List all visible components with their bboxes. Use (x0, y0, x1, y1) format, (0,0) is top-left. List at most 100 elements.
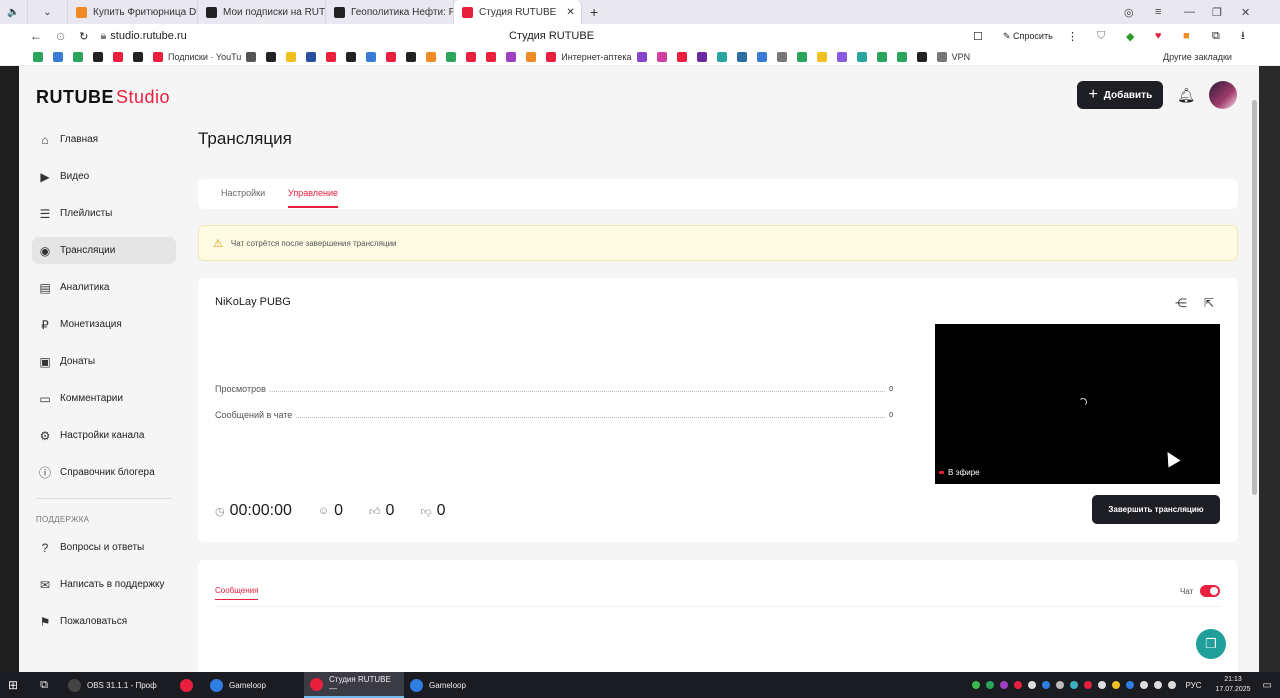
sidebar-item-faq[interactable]: ? Вопросы и ответы (32, 534, 176, 561)
minimize-icon[interactable]: — (1184, 0, 1195, 24)
bookmark-icon[interactable] (326, 51, 337, 62)
other-bookmarks[interactable]: Другие закладки (1163, 52, 1232, 62)
window-close-icon[interactable]: ✕ (1241, 0, 1250, 24)
bookmark-icon[interactable] (916, 51, 927, 62)
new-tab-button[interactable]: + (582, 0, 606, 24)
extension-icon[interactable]: ◆ (1126, 30, 1134, 43)
browser-tab-active[interactable]: Студия RUTUBE ✕ (454, 0, 582, 24)
end-stream-button[interactable]: Завершить трансляцию (1092, 495, 1220, 524)
bookmark-icon[interactable] (546, 51, 557, 62)
taskbar-item-gameloop[interactable]: Gameloop (204, 672, 304, 698)
ask-button[interactable]: ✎ Спросить (1003, 31, 1053, 42)
bookmark-icon[interactable] (33, 51, 43, 62)
bookmark-icon[interactable] (346, 51, 357, 62)
bookmark-icon[interactable] (716, 51, 727, 62)
taskbar-item-browser[interactable] (174, 672, 204, 698)
sidebar-item-video[interactable]: ▶ Видео (32, 163, 176, 190)
browser-tab[interactable]: Купить Фритюрница DEX (68, 0, 198, 24)
tray-app-icon[interactable] (1126, 681, 1135, 689)
open-external-icon[interactable]: ⇱ (1204, 296, 1214, 310)
bookmark-icon[interactable] (133, 51, 143, 62)
bookmark-link[interactable]: Подписки · YouTu (168, 52, 241, 62)
browser-tab[interactable]: Мои подписки на RUTUB (198, 0, 326, 24)
sidebar-item-monetization[interactable]: ₽ Монетизация (32, 311, 176, 338)
sidebar-item-channel-settings[interactable]: ⚙ Настройки канала (32, 422, 176, 449)
bookmark-icon[interactable] (246, 51, 257, 62)
sidebar-item-contact-support[interactable]: ✉ Написать в поддержку (32, 571, 176, 598)
bookmark-icon[interactable] (366, 51, 377, 62)
bookmark-icon[interactable] (386, 51, 397, 62)
task-view-icon[interactable]: ⧉ (26, 672, 62, 698)
tray-app-icon[interactable] (1000, 681, 1009, 689)
language-indicator[interactable]: РУС (1185, 681, 1201, 690)
bookmark-icon[interactable] (736, 51, 747, 62)
bookmark-icon[interactable] (936, 51, 947, 62)
browser-tab[interactable]: Геополитика Нефти: Росс (326, 0, 454, 24)
shield-icon[interactable]: ⛉ (1097, 30, 1105, 43)
bookmark-icon[interactable] (486, 51, 497, 62)
taskbar-item-obs[interactable]: OBS 31.1.1 - Проф (62, 672, 174, 698)
bookmark-icon[interactable] (406, 51, 417, 62)
extension-icon[interactable]: ■ (1183, 30, 1190, 42)
bookmark-icon[interactable] (656, 51, 667, 62)
sidebar-item-donations[interactable]: ▣ Донаты (32, 348, 176, 375)
tray-app-icon[interactable] (1028, 681, 1037, 689)
youtube-icon[interactable] (153, 51, 163, 62)
add-button[interactable]: + Добавить (1077, 81, 1164, 109)
back-icon[interactable]: ← (30, 29, 42, 43)
bookmark-icon[interactable] (856, 51, 867, 62)
bookmark-icon[interactable] (426, 51, 437, 62)
bookmark-icon[interactable] (636, 51, 647, 62)
forward-icon[interactable]: ⊙ (56, 30, 65, 43)
tray-app-icon[interactable] (986, 681, 995, 689)
system-clock[interactable]: 21:13 17.07.2025 (1216, 675, 1251, 695)
reload-icon[interactable]: ↻ (79, 30, 88, 43)
bookmark-icon[interactable] (446, 51, 457, 62)
start-icon[interactable]: ⊞ (0, 672, 26, 698)
taskbar-item-rutube-studio[interactable]: Студия RUTUBE — (304, 672, 404, 698)
sidebar-item-home[interactable]: ⌂ Главная (32, 126, 176, 153)
bookmark-icon[interactable] (506, 51, 517, 62)
download-icon[interactable]: ⭳ (1241, 27, 1245, 46)
bookmark-icon[interactable] (466, 51, 477, 62)
bookmark-icon[interactable] (53, 51, 63, 62)
bookmark-icon[interactable] (776, 51, 787, 62)
bookmark-icon[interactable] (676, 51, 687, 62)
rutube-studio-logo[interactable]: RUTUBE Studio (36, 87, 170, 108)
close-tab-icon[interactable]: ✕ (566, 7, 574, 18)
avatar[interactable] (1209, 81, 1237, 109)
taskbar-item-gameloop[interactable]: Gameloop (404, 672, 504, 698)
bookmark-icon[interactable] (526, 51, 537, 62)
tray-app-icon[interactable] (1098, 681, 1107, 689)
bookmark-icon[interactable] (796, 51, 807, 62)
bookmark-icon[interactable] (756, 51, 767, 62)
bookmark-icon[interactable] (836, 51, 847, 62)
tray-app-icon[interactable] (1084, 681, 1093, 689)
bookmark-icon[interactable]: ☐ (973, 30, 983, 43)
sidebar-item-analytics[interactable]: ▤ Аналитика (32, 274, 176, 301)
network-icon[interactable] (1154, 681, 1163, 689)
page-scrollbar[interactable] (1252, 100, 1257, 495)
tray-app-icon[interactable] (1014, 681, 1023, 689)
tray-app-icon[interactable] (1056, 681, 1065, 689)
restore-icon[interactable]: ❐ (1212, 0, 1222, 24)
volume-icon[interactable] (1168, 681, 1177, 689)
tab-messages[interactable]: Сообщения (215, 586, 259, 600)
sidebar-item-comments[interactable]: ▭ Комментарии (32, 385, 176, 412)
bookmark-icon[interactable] (696, 51, 707, 62)
chat-toggle[interactable] (1200, 585, 1220, 597)
tray-app-icon[interactable] (1042, 681, 1051, 689)
audio-icon[interactable]: 🔈 (0, 0, 28, 24)
share-icon[interactable]: ⋲ (1175, 296, 1187, 310)
bookmark-link[interactable]: Интернет-аптека (561, 52, 631, 62)
collections-icon[interactable]: ⧉ (1212, 30, 1220, 43)
tab-manage[interactable]: Управление (288, 188, 339, 208)
url-field[interactable]: studio.rutube.ru (110, 30, 186, 42)
bookmark-icon[interactable] (266, 51, 277, 62)
support-chat-button[interactable]: ❐ (1196, 629, 1226, 659)
video-preview[interactable]: В эфире (935, 324, 1220, 484)
bookmark-icon[interactable] (113, 51, 123, 62)
tray-app-icon[interactable] (972, 681, 981, 689)
notifications-icon[interactable]: ▭ (1263, 680, 1272, 691)
sidebar-item-report[interactable]: ⚑ Пожаловаться (32, 608, 176, 635)
